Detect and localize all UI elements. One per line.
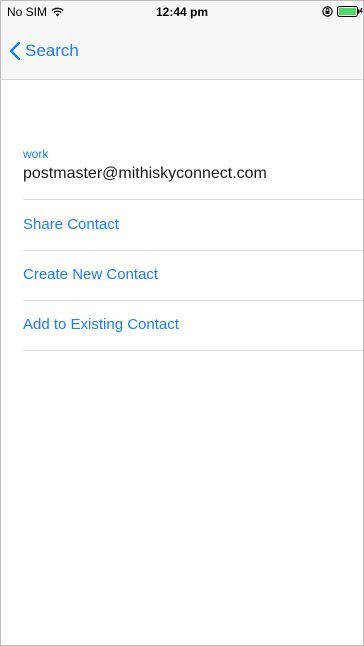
create-new-contact-label: Create New Contact	[23, 266, 159, 283]
lock-icon	[322, 6, 333, 17]
back-button[interactable]: Search	[9, 41, 79, 61]
back-label: Search	[25, 41, 79, 60]
chevron-left-icon	[9, 41, 21, 61]
status-icons	[322, 6, 363, 17]
share-contact-label: Share Contact	[23, 216, 119, 233]
phone-screen: No SIM 12:44 pm Search work postmaster@m…	[0, 0, 364, 646]
add-to-existing-contact-button[interactable]: Add to Existing Contact	[23, 300, 363, 351]
navigation-bar: Search	[1, 23, 363, 80]
share-contact-button[interactable]: Share Contact	[23, 200, 363, 251]
status-time: 12:44 pm	[155, 5, 209, 19]
email-type-label: work	[23, 147, 49, 161]
email-field[interactable]: work postmaster@mithiskyconnect.com	[23, 147, 363, 200]
add-to-existing-contact-label: Add to Existing Contact	[23, 316, 179, 333]
create-new-contact-button[interactable]: Create New Contact	[23, 250, 363, 301]
email-value[interactable]: postmaster@mithiskyconnect.com	[23, 165, 267, 183]
battery-icon	[337, 6, 363, 17]
status-bar: No SIM 12:44 pm	[1, 1, 363, 23]
